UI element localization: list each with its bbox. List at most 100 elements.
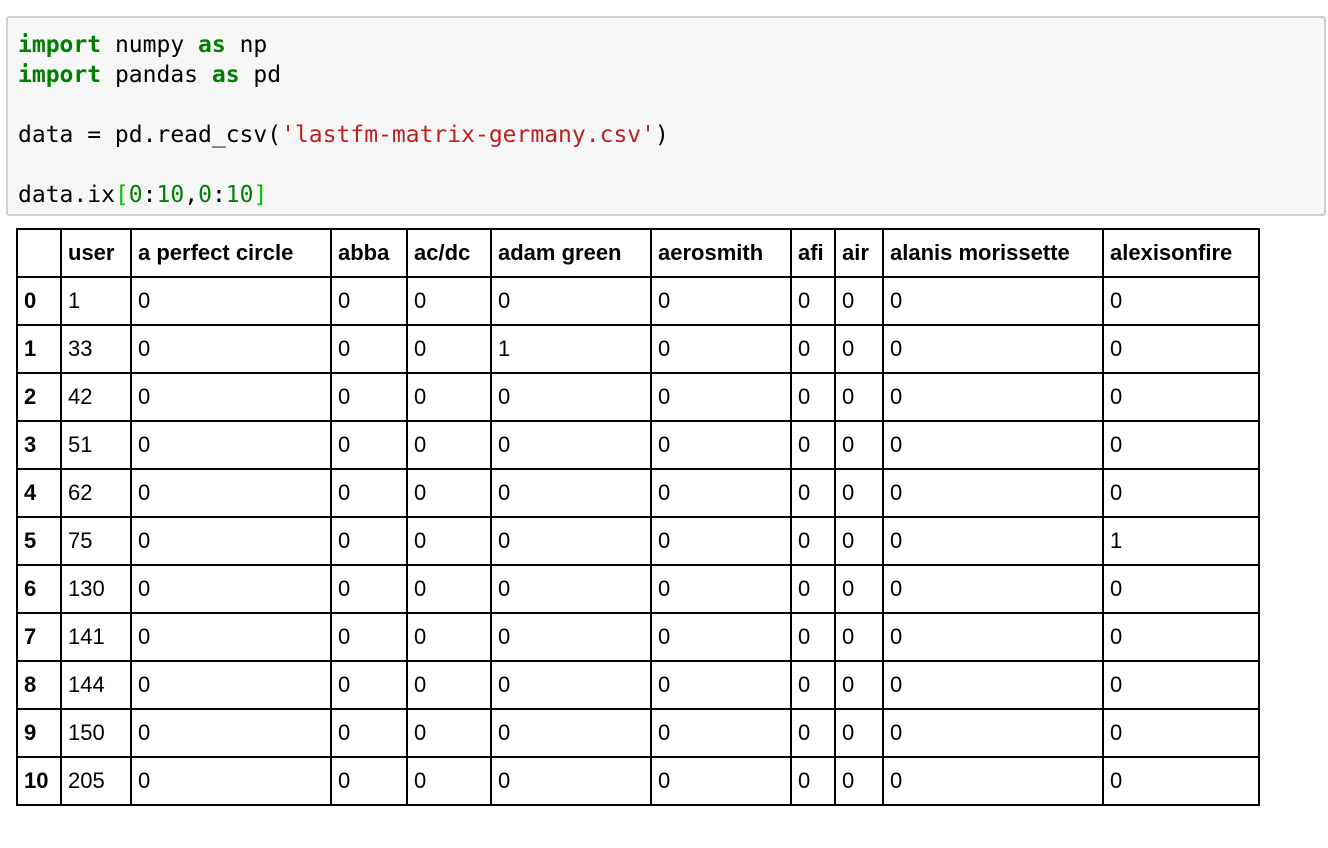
table-cell: 0 [650,468,792,518]
table-cell: 0 [406,516,492,566]
table-cell: 0 [882,420,1104,470]
table-cell: 1 [490,324,652,374]
table-cell: 0 [1102,372,1260,422]
table-cell: 0 [790,420,836,470]
table-row: 3 51 0 0 0 0 0 0 0 0 0 [16,420,1260,470]
header-row: user a perfect circle abba ac/dc adam gr… [16,228,1260,278]
table-cell: 0 [1102,660,1260,710]
table-cell: 0 [406,420,492,470]
table-row: 6 130 0 0 0 0 0 0 0 0 0 [16,564,1260,614]
column-header-a-perfect-circle: a perfect circle [130,228,332,278]
table-cell: 0 [1102,612,1260,662]
code-text: np [225,32,268,58]
table-cell: 0 [882,324,1104,374]
table-cell: 75 [60,516,132,566]
table-cell: 0 [1102,564,1260,614]
row-index: 0 [16,276,62,326]
column-header-air: air [834,228,884,278]
table-cell: 0 [650,756,792,806]
column-header-adam-green: adam green [490,228,652,278]
table-cell: 0 [650,420,792,470]
column-header-aerosmith: aerosmith [650,228,792,278]
table-cell: 0 [882,660,1104,710]
code-text: data = pd.read_csv( [18,122,282,148]
table-cell: 0 [790,372,836,422]
table-cell: 0 [882,612,1104,662]
table-cell: 0 [330,708,408,758]
table-cell: 0 [650,708,792,758]
table-cell: 0 [490,276,652,326]
code-text: pd [239,62,282,88]
table-cell: 0 [834,276,884,326]
number-literal: 10 [156,182,185,208]
row-index: 2 [16,372,62,422]
code-line-6: data.ix[0:10,0:10] [18,180,669,210]
table-cell: 0 [490,372,652,422]
bracket: [ [114,182,129,208]
table-cell: 1 [60,276,132,326]
table-cell: 0 [882,516,1104,566]
table-cell: 0 [130,468,332,518]
table-cell: 0 [406,276,492,326]
table-row: 4 62 0 0 0 0 0 0 0 0 0 [16,468,1260,518]
table-cell: 0 [130,516,332,566]
table-cell: 0 [406,708,492,758]
table-cell: 0 [790,324,836,374]
table-body: 0 1 0 0 0 0 0 0 0 0 0 1 33 0 0 0 1 0 0 0 0 0 2 42 0 0 0 0 0 0 0 0 0 3 51 0 0… [16,276,1260,806]
dataframe-table: user a perfect circle abba ac/dc adam gr… [16,228,1260,806]
table-cell: 0 [1102,324,1260,374]
keyword: as [211,62,240,88]
table-cell: 0 [406,612,492,662]
table-cell: 62 [60,468,132,518]
table-row: 7 141 0 0 0 0 0 0 0 0 0 [16,612,1260,662]
code-editor[interactable]: import numpy as np import pandas as pd dat… [18,30,669,210]
table-cell: 0 [790,516,836,566]
table-cell: 0 [130,564,332,614]
table-cell: 0 [330,324,408,374]
table-cell: 0 [330,468,408,518]
table-cell: 0 [790,468,836,518]
table-cell: 0 [834,564,884,614]
table-cell: 0 [790,660,836,710]
table-cell: 0 [330,660,408,710]
code-cell-input[interactable]: import numpy as np import pandas as pd dat… [6,16,1326,216]
table-cell: 0 [130,708,332,758]
cell-output: user a perfect circle abba ac/dc adam gr… [16,228,1260,806]
table-cell: 0 [834,756,884,806]
table-cell: 150 [60,708,132,758]
column-header-acdc: ac/dc [406,228,492,278]
row-index: 6 [16,564,62,614]
table-row: 01000000000 [16,276,1260,326]
table-cell: 205 [60,756,132,806]
column-header-user: user [60,228,132,278]
table-cell: 0 [834,324,884,374]
table-cell: 0 [130,660,332,710]
table-cell: 0 [130,276,332,326]
table-cell: 0 [406,564,492,614]
table-cell: 0 [650,516,792,566]
table-row: 5 75 0 0 0 0 0 0 0 0 1 [16,516,1260,566]
column-header-alexisonfire: alexisonfire [1102,228,1260,278]
table-cell: 0 [330,564,408,614]
table-cell: 0 [1102,756,1260,806]
table-cell: 141 [60,612,132,662]
table-cell: 0 [490,420,652,470]
table-cell: 0 [790,564,836,614]
row-index: 10 [16,756,62,806]
table-cell: 0 [130,372,332,422]
table-cell: 0 [1102,708,1260,758]
table-row: 8 144 0 0 0 0 0 0 0 0 0 [16,660,1260,710]
table-cell: 130 [60,564,132,614]
column-header-alanis-morissette: alanis morissette [882,228,1104,278]
table-cell: 0 [834,708,884,758]
code-line-4: data = pd.read_csv('lastfm-matrix-german… [18,120,669,150]
keyword: import [18,32,102,58]
table-cell: 0 [834,468,884,518]
table-cell: 0 [790,756,836,806]
column-header-afi: afi [790,228,836,278]
table-cell: 51 [60,420,132,470]
table-cell: 0 [130,756,332,806]
column-header-index [16,228,62,278]
table-cell: 42 [60,372,132,422]
